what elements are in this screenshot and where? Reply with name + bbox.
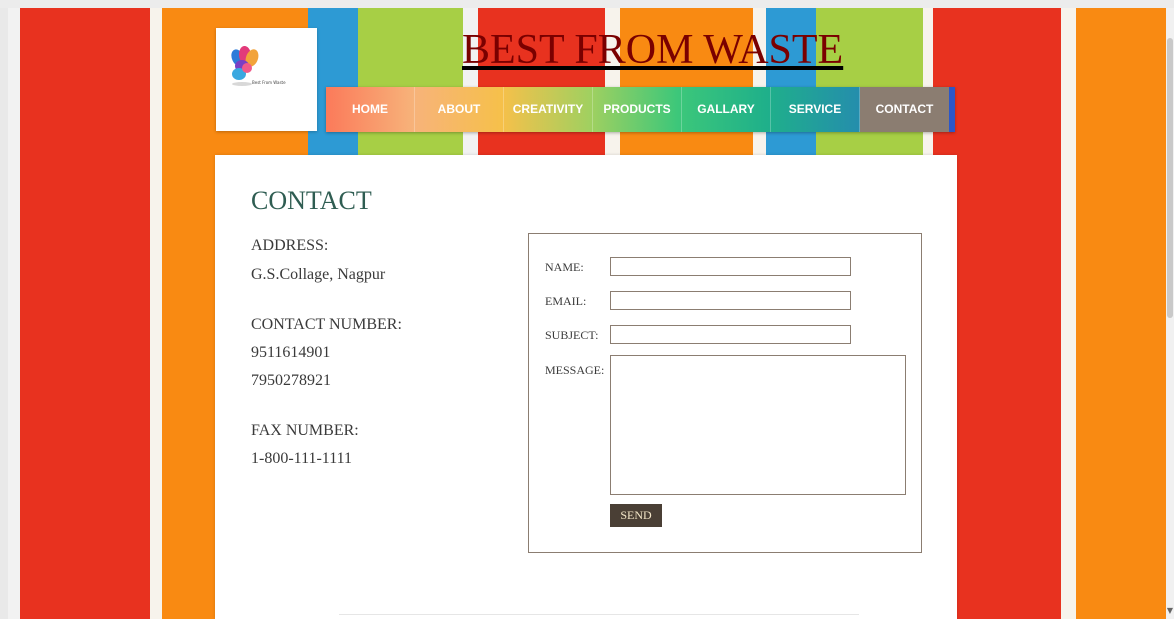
scrollbar[interactable]: ▼ xyxy=(1166,8,1174,619)
nav-about[interactable]: ABOUT xyxy=(415,87,504,132)
email-field[interactable] xyxy=(610,291,851,310)
email-label: EMAIL: xyxy=(545,294,587,308)
page-title: CONTACT xyxy=(251,186,372,215)
nav-end-cap xyxy=(949,87,955,132)
fax-number-label: FAX NUMBER: xyxy=(251,422,359,439)
nav-gallary[interactable]: GALLARY xyxy=(682,87,771,132)
contact-number-label: CONTACT NUMBER: xyxy=(251,316,402,333)
name-label: NAME: xyxy=(545,260,584,274)
message-label: MESSAGE: xyxy=(545,363,605,377)
address-value: G.S.Collage, Nagpur xyxy=(251,266,386,283)
contact-number-1: 9511614901 xyxy=(251,344,331,361)
site-title[interactable]: BEST FROM WASTE xyxy=(462,26,843,74)
nav-home[interactable]: HOME xyxy=(326,87,415,132)
contact-number-2: 7950278921 xyxy=(251,372,331,389)
footer-divider xyxy=(339,614,859,615)
send-button[interactable]: SEND xyxy=(610,504,662,527)
main-nav: HOME ABOUT CREATIVITY PRODUCTS GALLARY S… xyxy=(326,87,955,132)
message-field[interactable] xyxy=(610,355,906,495)
address-label: ADDRESS: xyxy=(251,237,329,254)
subject-field[interactable] xyxy=(610,325,851,344)
site-logo[interactable]: Best From Waste xyxy=(216,28,317,131)
scrollbar-thumb[interactable] xyxy=(1167,38,1173,318)
browser-top-edge xyxy=(0,0,1174,8)
logo-text: Best From Waste xyxy=(252,80,286,85)
content-panel: CONTACT ADDRESS: G.S.Collage, Nagpur CON… xyxy=(215,155,957,619)
subject-label: SUBJECT: xyxy=(545,328,599,342)
name-field[interactable] xyxy=(610,257,851,276)
scroll-down-arrow-icon[interactable]: ▼ xyxy=(1167,606,1173,615)
contact-form: NAME: EMAIL: SUBJECT: MESSAGE: SEND xyxy=(528,233,922,553)
nav-products[interactable]: PRODUCTS xyxy=(593,87,682,132)
nav-service[interactable]: SERVICE xyxy=(771,87,860,132)
nav-creativity[interactable]: CREATIVITY xyxy=(504,87,593,132)
nav-contact[interactable]: CONTACT xyxy=(860,87,949,132)
fax-number-value: 1-800-111-1111 xyxy=(251,450,353,467)
